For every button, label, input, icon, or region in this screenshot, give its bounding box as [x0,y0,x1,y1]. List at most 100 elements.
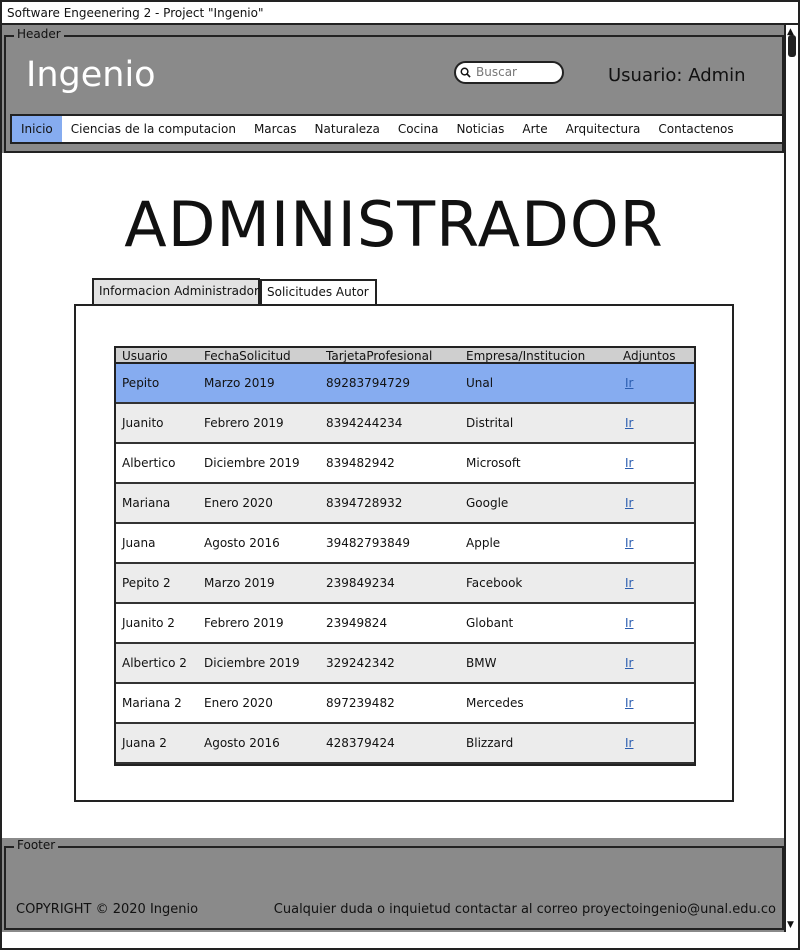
scroll-thumb[interactable] [788,35,796,57]
nav-bar: Inicio Ciencias de la computacion Marcas… [10,114,784,144]
adjuntos-link[interactable]: Ir [623,416,633,430]
scroll-down-arrow-icon[interactable]: ▼ [787,920,794,930]
footer-group-label: Footer [14,838,59,852]
nav-item-inicio[interactable]: Inicio [12,116,62,142]
window-title: Software Engeenering 2 - Project "Ingeni… [2,2,798,25]
search-placeholder: Buscar [476,65,517,79]
adjuntos-cell: Ir [619,724,694,762]
table-cell: 329242342 [326,656,395,670]
adjuntos-cell: Ir [619,404,694,442]
table-cell: Juanito 2 [122,616,175,630]
nav-item-arte[interactable]: Arte [513,116,556,142]
nav-item-noticias[interactable]: Noticias [447,116,513,142]
adjuntos-link[interactable]: Ir [623,536,633,550]
adjuntos-cell: Ir [619,684,694,722]
table-cell: Microsoft [466,456,521,470]
table-body: Pepito Marzo 2019 89283794729 Unal Ir Juanito… [116,364,694,764]
adjuntos-link[interactable]: Ir [623,576,633,590]
column-header[interactable]: Empresa/Institucion [462,348,619,362]
nav-item-contactenos[interactable]: Contactenos [649,116,742,142]
app-window: Software Engeenering 2 - Project "Ingeni… [0,0,800,950]
table-cell: Mariana 2 [122,696,182,710]
table-cell: Juanito [122,416,164,430]
table-cell: BMW [466,656,497,670]
logo[interactable]: Ingenio [26,55,156,95]
table-cell: Marzo 2019 [204,376,275,390]
table-cell: Google [466,496,509,510]
tab-panel: Usuario FechaSolicitud TarjetaProfesiona… [74,304,734,802]
table-cell: 239849234 [326,576,395,590]
table-cell: Globant [466,616,514,630]
table-cell: Juana [122,536,156,550]
table-cell: 8394244234 [326,416,403,430]
page-title: ADMINISTRADOR [124,188,664,261]
adjuntos-link[interactable]: Ir [623,616,633,630]
table-cell: Pepito 2 [122,576,171,590]
table-cell: 839482942 [326,456,395,470]
column-header[interactable]: Usuario [116,348,200,362]
contact-text: Cualquier duda o inquietud contactar al … [273,902,776,917]
table-cell: 8394728932 [326,496,403,510]
tab-solicitudes-autor[interactable]: Solicitudes Autor [260,279,377,305]
table-cell: Enero 2020 [204,696,273,710]
table-row[interactable]: Pepito Marzo 2019 89283794729 Unal Ir [116,364,694,404]
nav-item-naturaleza[interactable]: Naturaleza [306,116,389,142]
adjuntos-link[interactable]: Ir [623,456,633,470]
table-cell: Blizzard [466,736,514,750]
adjuntos-link[interactable]: Ir [623,656,633,670]
table-cell: 897239482 [326,696,395,710]
table-cell: Diciembre 2019 [204,456,300,470]
table-cell: Agosto 2016 [204,536,280,550]
search-icon [460,67,471,78]
table-row[interactable]: Juana 2 Agosto 2016 428379424 Blizzard Ir [116,724,694,764]
table-cell: Albertico 2 [122,656,187,670]
header-group-label: Header [14,27,64,41]
table-row[interactable]: Pepito 2 Marzo 2019 239849234 Facebook Ir [116,564,694,604]
table-cell: 39482793849 [326,536,410,550]
column-header[interactable]: Adjuntos [619,348,694,362]
table-header: Usuario FechaSolicitud TarjetaProfesiona… [116,348,694,364]
adjuntos-link[interactable]: Ir [623,496,633,510]
adjuntos-link[interactable]: Ir [623,376,633,390]
table-cell: Distrital [466,416,514,430]
adjuntos-cell: Ir [619,364,694,402]
table-cell: Febrero 2019 [204,616,284,630]
table-cell: Albertico [122,456,176,470]
table-cell: Diciembre 2019 [204,656,300,670]
nav-item-ciencias[interactable]: Ciencias de la computacion [62,116,245,142]
table-row[interactable]: Mariana Enero 2020 8394728932 Google Ir [116,484,694,524]
table-cell: Mercedes [466,696,524,710]
table-cell: Enero 2020 [204,496,273,510]
table-row[interactable]: Albertico 2 Diciembre 2019 329242342 BMW Ir [116,644,694,684]
adjuntos-cell: Ir [619,484,694,522]
search-input[interactable]: Buscar [454,61,564,84]
table-cell: 23949824 [326,616,388,630]
table-cell: 89283794729 [326,376,410,390]
header: Header Ingenio Buscar Usuario: Admin Ini… [2,25,786,153]
tab-informacion-administrador[interactable]: Informacion Administrador [92,278,260,304]
table-row[interactable]: Juanito Febrero 2019 8394244234 Distrital Ir [116,404,694,444]
column-header[interactable]: FechaSolicitud [200,348,322,362]
nav-item-marcas[interactable]: Marcas [245,116,306,142]
table-cell: 428379424 [326,736,395,750]
table-row[interactable]: Mariana 2 Enero 2020 897239482 Mercedes Ir [116,684,694,724]
adjuntos-link[interactable]: Ir [623,736,633,750]
table-cell: Agosto 2016 [204,736,280,750]
user-label: Usuario: Admin [608,65,746,86]
table-row[interactable]: Juanito 2 Febrero 2019 23949824 Globant Ir [116,604,694,644]
scrollbar[interactable]: ▲ ▼ [784,25,798,932]
table-cell: Mariana [122,496,171,510]
adjuntos-cell: Ir [619,644,694,682]
table-cell: Apple [466,536,501,550]
solicitudes-table: Usuario FechaSolicitud TarjetaProfesiona… [114,346,696,766]
table-cell: Juana 2 [122,736,167,750]
copyright-text: COPYRIGHT © 2020 Ingenio [16,902,199,917]
column-header[interactable]: TarjetaProfesional [322,348,462,362]
nav-item-arquitectura[interactable]: Arquitectura [557,116,650,142]
table-row[interactable]: Albertico Diciembre 2019 839482942 Microsof… [116,444,694,484]
adjuntos-link[interactable]: Ir [623,696,633,710]
table-cell: Unal [466,376,494,390]
nav-item-cocina[interactable]: Cocina [389,116,448,142]
adjuntos-cell: Ir [619,564,694,602]
table-row[interactable]: Juana Agosto 2016 39482793849 Apple Ir [116,524,694,564]
